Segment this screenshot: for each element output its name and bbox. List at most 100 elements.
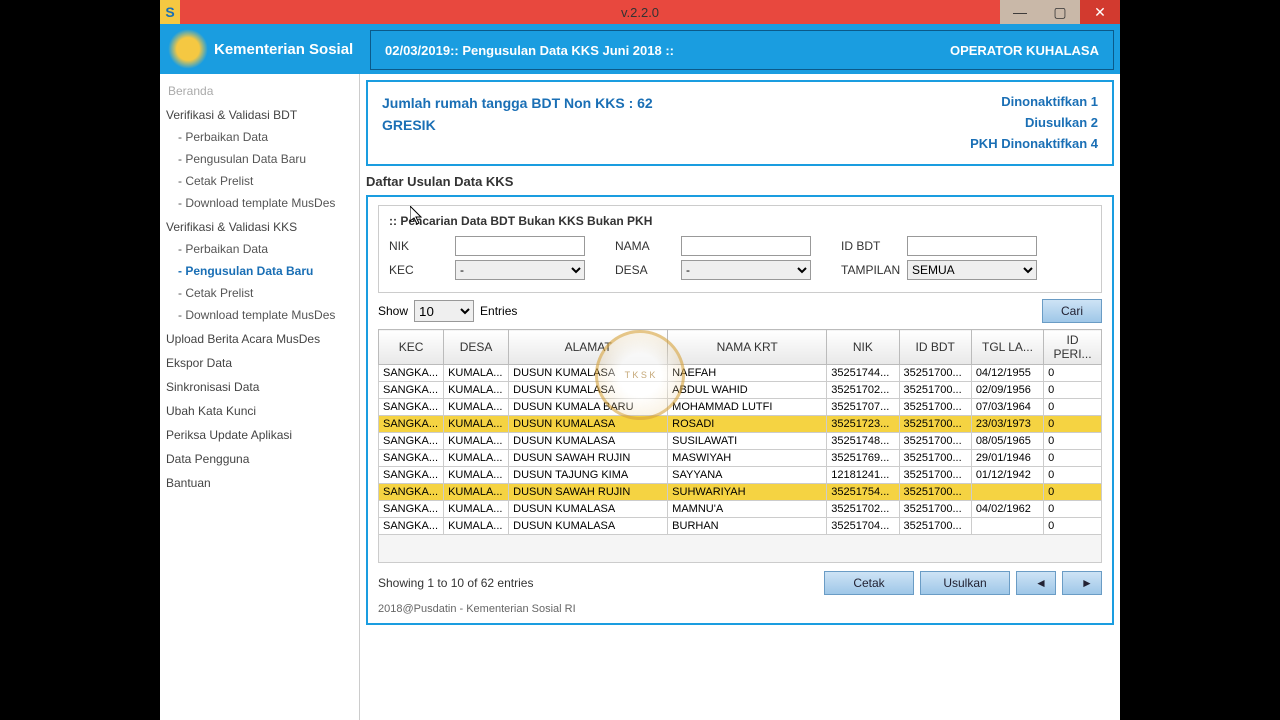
column-header[interactable]: TGL LA... bbox=[971, 330, 1043, 365]
desa-select[interactable]: - bbox=[681, 260, 811, 280]
stat-diusulkan[interactable]: Diusulkan 2 bbox=[970, 113, 1098, 134]
column-header[interactable]: ALAMAT bbox=[509, 330, 668, 365]
column-header[interactable]: DESA bbox=[444, 330, 509, 365]
table-cell: 35251700... bbox=[899, 399, 971, 416]
window-titlebar: S v.2.2.0 — ▢ ✕ bbox=[160, 0, 1120, 24]
table-row[interactable]: SANGKA...KUMALA...DUSUN KUMALASAROSADI35… bbox=[379, 416, 1102, 433]
entries-label: Entries bbox=[480, 304, 517, 318]
table-cell: KUMALA... bbox=[444, 518, 509, 535]
table-cell: 35251700... bbox=[899, 484, 971, 501]
table-row[interactable]: SANGKA...KUMALA...DUSUN KUMALASAMAMNU'A3… bbox=[379, 501, 1102, 518]
table-cell: DUSUN SAWAH RUJIN bbox=[509, 484, 668, 501]
list-title: Daftar Usulan Data KKS bbox=[366, 174, 1114, 189]
sidebar-item[interactable]: - Download template MusDes bbox=[164, 304, 355, 326]
cetak-button[interactable]: Cetak bbox=[824, 571, 914, 595]
column-header[interactable]: KEC bbox=[379, 330, 444, 365]
table-cell: DUSUN KUMALA BARU bbox=[509, 399, 668, 416]
summary-panel: Jumlah rumah tangga BDT Non KKS : 62 GRE… bbox=[366, 80, 1114, 166]
column-header[interactable]: ID BDT bbox=[899, 330, 971, 365]
idbdt-input[interactable] bbox=[907, 236, 1037, 256]
table-cell: 35251700... bbox=[899, 518, 971, 535]
table-cell: SAYYANA bbox=[668, 467, 827, 484]
prev-button[interactable]: ◄ bbox=[1016, 571, 1056, 595]
table-cell: 35251723... bbox=[827, 416, 899, 433]
operator-label: OPERATOR KUHALASA bbox=[950, 43, 1099, 58]
tampilan-select[interactable]: SEMUA bbox=[907, 260, 1037, 280]
ministry-name: Kementerian Sosial bbox=[214, 41, 353, 58]
sidebar-item[interactable]: - Cetak Prelist bbox=[164, 282, 355, 304]
table-cell: MOHAMMAD LUTFI bbox=[668, 399, 827, 416]
footer-credit: 2018@Pusdatin - Kementerian Sosial RI bbox=[378, 603, 1102, 615]
stat-pkh-dinonaktifkan[interactable]: PKH Dinonaktifkan 4 bbox=[970, 134, 1098, 155]
table-row[interactable]: SANGKA...KUMALA...DUSUN KUMALASAABDUL WA… bbox=[379, 382, 1102, 399]
table-row[interactable]: SANGKA...KUMALA...DUSUN KUMALASANAEFAH35… bbox=[379, 365, 1102, 382]
usulkan-button[interactable]: Usulkan bbox=[920, 571, 1010, 595]
nik-label: NIK bbox=[389, 239, 449, 253]
table-cell: DUSUN KUMALASA bbox=[509, 433, 668, 450]
table-row[interactable]: SANGKA...KUMALA...DUSUN SAWAH RUJINSUHWA… bbox=[379, 484, 1102, 501]
sidebar: Beranda Verifikasi & Validasi BDT - Perb… bbox=[160, 74, 360, 720]
table-cell: 0 bbox=[1044, 484, 1102, 501]
kec-select[interactable]: - bbox=[455, 260, 585, 280]
sidebar-section-bdt[interactable]: Verifikasi & Validasi BDT bbox=[164, 102, 355, 126]
sidebar-item[interactable]: Periksa Update Aplikasi bbox=[164, 422, 355, 446]
table-row[interactable]: SANGKA...KUMALA...DUSUN SAWAH RUJINMASWI… bbox=[379, 450, 1102, 467]
sidebar-item[interactable]: Data Pengguna bbox=[164, 446, 355, 470]
table-cell: 35251700... bbox=[899, 450, 971, 467]
pager-info: Showing 1 to 10 of 62 entries bbox=[378, 576, 818, 590]
minimize-button[interactable]: — bbox=[1000, 0, 1040, 24]
table-cell: 0 bbox=[1044, 433, 1102, 450]
ministry-logo-icon bbox=[168, 29, 208, 69]
sidebar-item[interactable]: - Perbaikan Data bbox=[164, 126, 355, 148]
nik-input[interactable] bbox=[455, 236, 585, 256]
sidebar-item[interactable]: Ekspor Data bbox=[164, 350, 355, 374]
sidebar-item[interactable]: - Pengusulan Data Baru bbox=[164, 260, 355, 282]
table-footer-space bbox=[378, 535, 1102, 563]
table-cell: MAMNU'A bbox=[668, 501, 827, 518]
table-cell: 04/12/1955 bbox=[971, 365, 1043, 382]
next-button[interactable]: ► bbox=[1062, 571, 1102, 595]
table-cell: 12181241... bbox=[827, 467, 899, 484]
sidebar-item[interactable]: - Cetak Prelist bbox=[164, 170, 355, 192]
table-cell bbox=[971, 484, 1043, 501]
stat-dinonaktifkan[interactable]: Dinonaktifkan 1 bbox=[970, 92, 1098, 113]
column-header[interactable]: NIK bbox=[827, 330, 899, 365]
table-row[interactable]: SANGKA...KUMALA...DUSUN KUMALA BARUMOHAM… bbox=[379, 399, 1102, 416]
sidebar-home[interactable]: Beranda bbox=[164, 80, 355, 102]
table-row[interactable]: SANGKA...KUMALA...DUSUN KUMALASASUSILAWA… bbox=[379, 433, 1102, 450]
table-cell: 29/01/1946 bbox=[971, 450, 1043, 467]
maximize-button[interactable]: ▢ bbox=[1040, 0, 1080, 24]
sidebar-item[interactable]: Bantuan bbox=[164, 470, 355, 494]
nama-input[interactable] bbox=[681, 236, 811, 256]
breadcrumb: 02/03/2019:: Pengusulan Data KKS Juni 20… bbox=[385, 43, 674, 58]
table-cell: 0 bbox=[1044, 365, 1102, 382]
table-cell: KUMALA... bbox=[444, 365, 509, 382]
sidebar-item[interactable]: Ubah Kata Kunci bbox=[164, 398, 355, 422]
sidebar-item[interactable]: - Pengusulan Data Baru bbox=[164, 148, 355, 170]
table-cell: 0 bbox=[1044, 518, 1102, 535]
sidebar-item[interactable]: Upload Berita Acara MusDes bbox=[164, 326, 355, 350]
table-cell: KUMALA... bbox=[444, 382, 509, 399]
sidebar-item[interactable]: - Perbaikan Data bbox=[164, 238, 355, 260]
summary-count: Jumlah rumah tangga BDT Non KKS : 62 bbox=[382, 92, 653, 114]
table-row[interactable]: SANGKA...KUMALA...DUSUN KUMALASABURHAN35… bbox=[379, 518, 1102, 535]
table-cell: 35251702... bbox=[827, 382, 899, 399]
column-header[interactable]: ID PERI... bbox=[1044, 330, 1102, 365]
table-cell: SANGKA... bbox=[379, 433, 444, 450]
search-box: :: Pencarian Data BDT Bukan KKS Bukan PK… bbox=[378, 205, 1102, 293]
table-cell: SUSILAWATI bbox=[668, 433, 827, 450]
sidebar-section-kks[interactable]: Verifikasi & Validasi KKS bbox=[164, 214, 355, 238]
table-cell: KUMALA... bbox=[444, 467, 509, 484]
table-cell: DUSUN KUMALASA bbox=[509, 416, 668, 433]
table-cell: 0 bbox=[1044, 399, 1102, 416]
close-button[interactable]: ✕ bbox=[1080, 0, 1120, 24]
table-cell: SANGKA... bbox=[379, 450, 444, 467]
sidebar-item[interactable]: Sinkronisasi Data bbox=[164, 374, 355, 398]
show-select[interactable]: 10 bbox=[414, 300, 474, 322]
table-row[interactable]: SANGKA...KUMALA...DUSUN TAJUNG KIMASAYYA… bbox=[379, 467, 1102, 484]
table-cell: 0 bbox=[1044, 416, 1102, 433]
table-cell: 35251700... bbox=[899, 365, 971, 382]
cari-button[interactable]: Cari bbox=[1042, 299, 1102, 323]
sidebar-item[interactable]: - Download template MusDes bbox=[164, 192, 355, 214]
column-header[interactable]: NAMA KRT bbox=[668, 330, 827, 365]
